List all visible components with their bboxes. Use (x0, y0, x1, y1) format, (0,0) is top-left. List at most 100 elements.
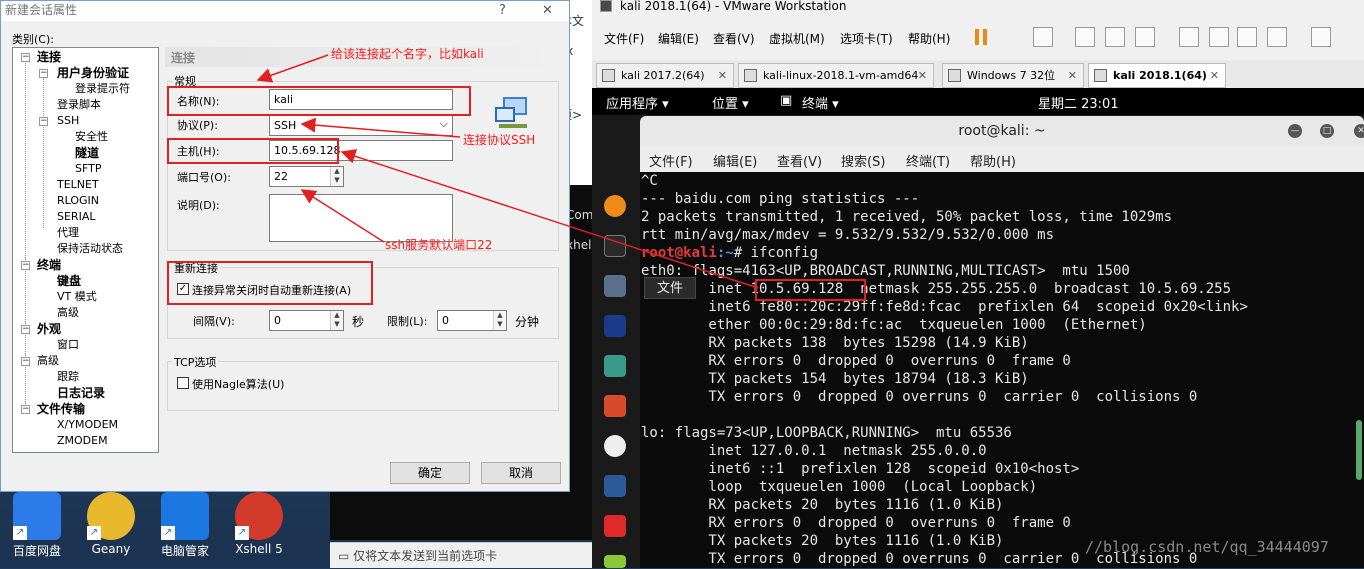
tree-item-user-auth[interactable]: 用户身份验证 (57, 66, 129, 80)
cancel-button[interactable]: 取消 (481, 462, 561, 484)
tree-item-window[interactable]: 窗口 (57, 338, 79, 352)
beef-icon[interactable] (604, 435, 626, 457)
category-tree[interactable]: − − − − − − − 连接 用户身份验证 登录提示符 登录脚本 SSH 安… (12, 47, 159, 453)
scrollbar-indicator[interactable] (1356, 420, 1362, 480)
tree-item-sftp[interactable]: SFTP (75, 162, 101, 176)
menu-edit[interactable]: 编辑(E) (658, 30, 699, 47)
unity-icon[interactable] (1267, 27, 1287, 47)
tree-item-keepalive[interactable]: 保持活动状态 (57, 242, 123, 256)
dialog-titlebar[interactable]: 新建会话属性 ? ✕ (1, 1, 569, 21)
tree-item-rlogin[interactable]: RLOGIN (57, 194, 99, 208)
files-icon[interactable] (604, 275, 626, 297)
applications-menu[interactable]: 应用程序 ▾ (606, 93, 669, 112)
close-icon[interactable]: ✕ (718, 64, 727, 87)
close-icon[interactable]: ✕ (1210, 64, 1219, 87)
desktop-icon-geany[interactable]: ↗ Geany (76, 492, 146, 556)
tree-item-ssh[interactable]: SSH (57, 114, 79, 128)
tree-item-vt-mode[interactable]: VT 模式 (57, 290, 97, 304)
firefox-icon[interactable] (604, 195, 626, 217)
desktop-icon-pc-manager[interactable]: ↗ 电脑管家 (150, 492, 220, 559)
terminal-menu-terminal[interactable]: 终端(T) (906, 151, 950, 170)
view-console-icon[interactable] (1311, 27, 1331, 47)
help-icon[interactable]: ? (499, 2, 506, 20)
clock[interactable]: 星期二 23:01 (1038, 93, 1119, 112)
nagle-checkbox[interactable] (177, 377, 189, 389)
terminal-menu-view[interactable]: 查看(V) (777, 151, 822, 170)
nagle-checkbox-label[interactable]: 使用Nagle算法(U) (192, 376, 284, 392)
tree-item-login-scripts[interactable]: 登录脚本 (57, 98, 101, 112)
armitage-icon[interactable] (604, 355, 626, 377)
close-icon[interactable]: ✕ (1354, 124, 1364, 138)
tree-item-connection[interactable]: 连接 (37, 50, 61, 64)
tab-windows-7[interactable]: Windows 7 32位 ✕ (942, 63, 1084, 88)
stepper-arrows-icon[interactable]: ▲ ▼ (330, 167, 343, 186)
protocol-select[interactable]: SSH ⌵ (269, 115, 453, 136)
tree-collapse-icon[interactable]: − (21, 405, 30, 414)
tree-collapse-icon[interactable]: − (21, 53, 30, 62)
tree-item-keyboard[interactable]: 键盘 (57, 274, 81, 288)
tree-item-serial[interactable]: SERIAL (57, 210, 95, 224)
tree-collapse-icon[interactable]: − (21, 325, 30, 334)
tree-item-telnet[interactable]: TELNET (57, 178, 99, 192)
leafpad-icon[interactable] (604, 555, 626, 568)
stepper-arrows-icon[interactable]: ▲ ▼ (493, 311, 506, 330)
port-stepper[interactable]: 22 ▲ ▼ (269, 166, 344, 187)
snapshot-icon[interactable] (1075, 27, 1095, 47)
tree-item-terminal-advanced[interactable]: 高级 (57, 306, 79, 320)
tree-item-logging[interactable]: 日志记录 (57, 386, 105, 400)
desktop-icon-xshell[interactable]: ↗ Xshell 5 (224, 492, 294, 556)
limit-stepper[interactable]: 0 ▲ ▼ (437, 310, 507, 331)
tree-item-zmodem[interactable]: ZMODEM (57, 434, 108, 448)
places-menu[interactable]: 位置 ▾ (712, 93, 749, 112)
stepper-arrows-icon[interactable]: ▲ ▼ (330, 311, 343, 330)
revert-snapshot-icon[interactable] (1105, 27, 1125, 47)
tree-item-xymodem[interactable]: X/YMODEM (57, 418, 118, 432)
send-ctrl-alt-del-icon[interactable] (1033, 27, 1053, 47)
menu-view[interactable]: 查看(V) (713, 30, 755, 47)
tree-item-advanced[interactable]: 高级 (37, 354, 59, 368)
tree-collapse-icon[interactable]: − (21, 357, 30, 366)
tab-kali-2017[interactable]: kali 2017.2(64) ✕ (596, 63, 734, 88)
burpsuite-icon[interactable] (604, 395, 626, 417)
tree-item-login-prompts[interactable]: 登录提示符 (75, 82, 130, 96)
tree-item-security[interactable]: 安全性 (75, 130, 108, 144)
console-view-icon[interactable] (1209, 27, 1229, 47)
close-icon[interactable]: ✕ (1068, 64, 1077, 87)
tree-item-terminal[interactable]: 终端 (37, 258, 61, 272)
faraday-icon[interactable] (604, 515, 626, 537)
tree-item-proxy[interactable]: 代理 (57, 226, 79, 240)
tree-item-appearance[interactable]: 外观 (37, 322, 61, 336)
tree-item-trace[interactable]: 跟踪 (57, 370, 79, 384)
terminal-menu-file[interactable]: 文件(F) (649, 151, 693, 170)
menu-file[interactable]: 文件(F) (604, 30, 644, 47)
send-text-bar[interactable]: ▭ 仅将文本发送到当前选项卡 (330, 542, 592, 568)
maximize-icon[interactable]: □ (1320, 124, 1334, 138)
close-icon[interactable]: ✕ (542, 2, 553, 20)
menu-tabs[interactable]: 选项卡(T) (840, 30, 893, 47)
tree-item-file-transfer[interactable]: 文件传输 (37, 402, 85, 416)
terminal-menu-search[interactable]: 搜索(S) (841, 151, 885, 170)
terminal-app-menu[interactable]: 终端 ▾ (802, 93, 839, 112)
snapshot-manager-icon[interactable] (1135, 27, 1155, 47)
maltego-icon[interactable] (604, 475, 626, 497)
tree-collapse-icon[interactable]: − (39, 117, 48, 126)
tab-kali-2018[interactable]: kali 2018.1(64) ✕ (1088, 63, 1226, 88)
tree-collapse-icon[interactable]: − (21, 261, 30, 270)
tree-collapse-icon[interactable]: − (39, 69, 48, 78)
tab-kali-linux-2018-vm[interactable]: kali-linux-2018.1-vm-amd64 ✕ (738, 63, 934, 88)
terminal-menu-edit[interactable]: 编辑(E) (713, 151, 757, 170)
desktop-icon-baidu-netdisk[interactable]: ↗ 百度网盘 (2, 492, 72, 559)
vmware-titlebar[interactable]: kali 2018.1(64) - VMware Workstation (592, 0, 1364, 14)
menu-vm[interactable]: 虚拟机(M) (769, 30, 825, 47)
description-textarea[interactable] (269, 194, 453, 242)
metasploit-icon[interactable] (604, 315, 626, 337)
minimize-icon[interactable]: — (1288, 124, 1302, 138)
terminal-menu-help[interactable]: 帮助(H) (970, 151, 1016, 170)
pause-icon[interactable] (975, 29, 987, 45)
tree-item-tunneling[interactable]: 隧道 (75, 146, 99, 160)
terminal-output[interactable]: ^C --- baidu.com ping statistics --- 2 p… (640, 172, 1364, 568)
library-icon[interactable] (1179, 27, 1199, 47)
close-icon[interactable]: ✕ (918, 64, 927, 87)
interval-stepper[interactable]: 0 ▲ ▼ (269, 310, 344, 331)
menu-help[interactable]: 帮助(H) (908, 30, 950, 47)
